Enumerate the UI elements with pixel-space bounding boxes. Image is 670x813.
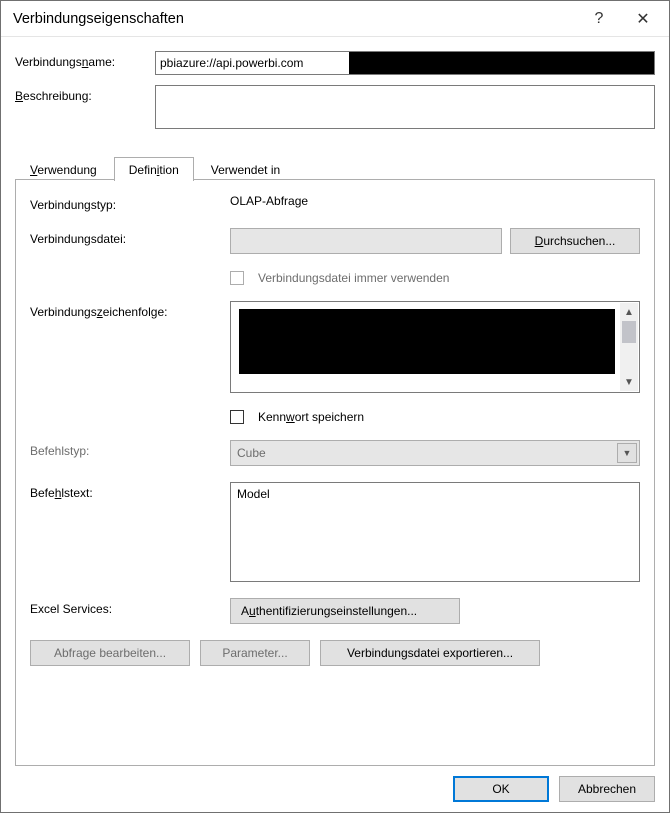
parameters-button: Parameter... <box>200 640 310 666</box>
tab-definition[interactable]: Definition <box>114 157 194 181</box>
connection-type-label: Verbindungstyp: <box>30 194 230 212</box>
command-type-row: Befehlstyp: Cube ▼ <box>30 440 640 466</box>
save-password-checkbox[interactable] <box>230 410 244 424</box>
connection-string-textarea[interactable]: ▲ ▼ <box>230 301 640 393</box>
edit-query-button: Abfrage bearbeiten... <box>30 640 190 666</box>
browse-button[interactable]: Durchsuchen... <box>510 228 640 254</box>
tab-used-in[interactable]: Verwendet in <box>196 157 295 181</box>
scroll-down-icon[interactable]: ▼ <box>620 373 638 391</box>
titlebar: Verbindungseigenschaften ? ✕ <box>1 1 669 37</box>
connection-string-scrollbar[interactable]: ▲ ▼ <box>620 303 638 391</box>
command-text-row: Befehlstext: Model <box>30 482 640 582</box>
connection-name-field-wrap <box>155 51 655 75</box>
save-password-row: Kennwort speichern <box>230 409 640 424</box>
excel-services-label: Excel Services: <box>30 598 230 616</box>
connection-file-input <box>230 228 502 254</box>
description-textarea[interactable] <box>155 85 655 129</box>
description-row: Beschreibung: <box>15 85 655 132</box>
always-use-file-checkbox-row: Verbindungsdatei immer verwenden <box>230 270 640 285</box>
close-button[interactable]: ✕ <box>621 2 665 36</box>
connection-name-row: Verbindungsname: <box>15 51 655 75</box>
cancel-button[interactable]: Abbrechen <box>559 776 655 802</box>
connection-type-value: OLAP-Abfrage <box>230 194 640 208</box>
dialog-footer: OK Abbrechen <box>1 766 669 812</box>
help-button[interactable]: ? <box>577 2 621 36</box>
connection-file-label: Verbindungsdatei: <box>30 228 230 246</box>
ok-button[interactable]: OK <box>453 776 549 802</box>
excel-services-row: Excel Services: Authentifizierungseinste… <box>30 598 640 624</box>
definition-button-row: Abfrage bearbeiten... Parameter... Verbi… <box>30 640 640 666</box>
command-text-label: Befehlstext: <box>30 482 230 500</box>
chevron-down-icon: ▼ <box>617 443 637 463</box>
connection-properties-dialog: Verbindungseigenschaften ? ✕ Verbindungs… <box>0 0 670 813</box>
command-type-select: Cube ▼ <box>230 440 640 466</box>
connection-string-row: Verbindungszeichenfolge: ▲ ▼ <box>30 301 640 424</box>
connection-string-redaction <box>239 309 615 374</box>
always-use-file-label: Verbindungsdatei immer verwenden <box>258 270 449 285</box>
connection-name-redaction <box>349 52 654 74</box>
connection-type-row: Verbindungstyp: OLAP-Abfrage <box>30 194 640 212</box>
export-connection-file-button[interactable]: Verbindungsdatei exportieren... <box>320 640 540 666</box>
command-type-value: Cube <box>237 446 266 460</box>
dialog-body: Verbindungsname: Beschreibung: Verwendun… <box>1 37 669 766</box>
connection-name-label: Verbindungsname: <box>15 51 155 69</box>
connection-string-label: Verbindungszeichenfolge: <box>30 301 230 319</box>
scroll-thumb[interactable] <box>622 321 636 343</box>
command-type-label: Befehlstyp: <box>30 440 230 458</box>
connection-file-row: Verbindungsdatei: Durchsuchen... Verbind… <box>30 228 640 285</box>
dialog-title: Verbindungseigenschaften <box>13 11 577 27</box>
tab-usage[interactable]: Verwendung <box>15 157 112 181</box>
always-use-file-checkbox <box>230 271 244 285</box>
description-label: Beschreibung: <box>15 85 155 103</box>
auth-settings-button[interactable]: Authentifizierungseinstellungen... <box>230 598 460 624</box>
tab-definition-panel: Verbindungstyp: OLAP-Abfrage Verbindungs… <box>15 180 655 766</box>
tabstrip: Verwendung Definition Verwendet in <box>15 154 655 180</box>
scroll-up-icon[interactable]: ▲ <box>620 303 638 321</box>
command-text-textarea[interactable]: Model <box>230 482 640 582</box>
save-password-label: Kennwort speichern <box>258 409 364 424</box>
